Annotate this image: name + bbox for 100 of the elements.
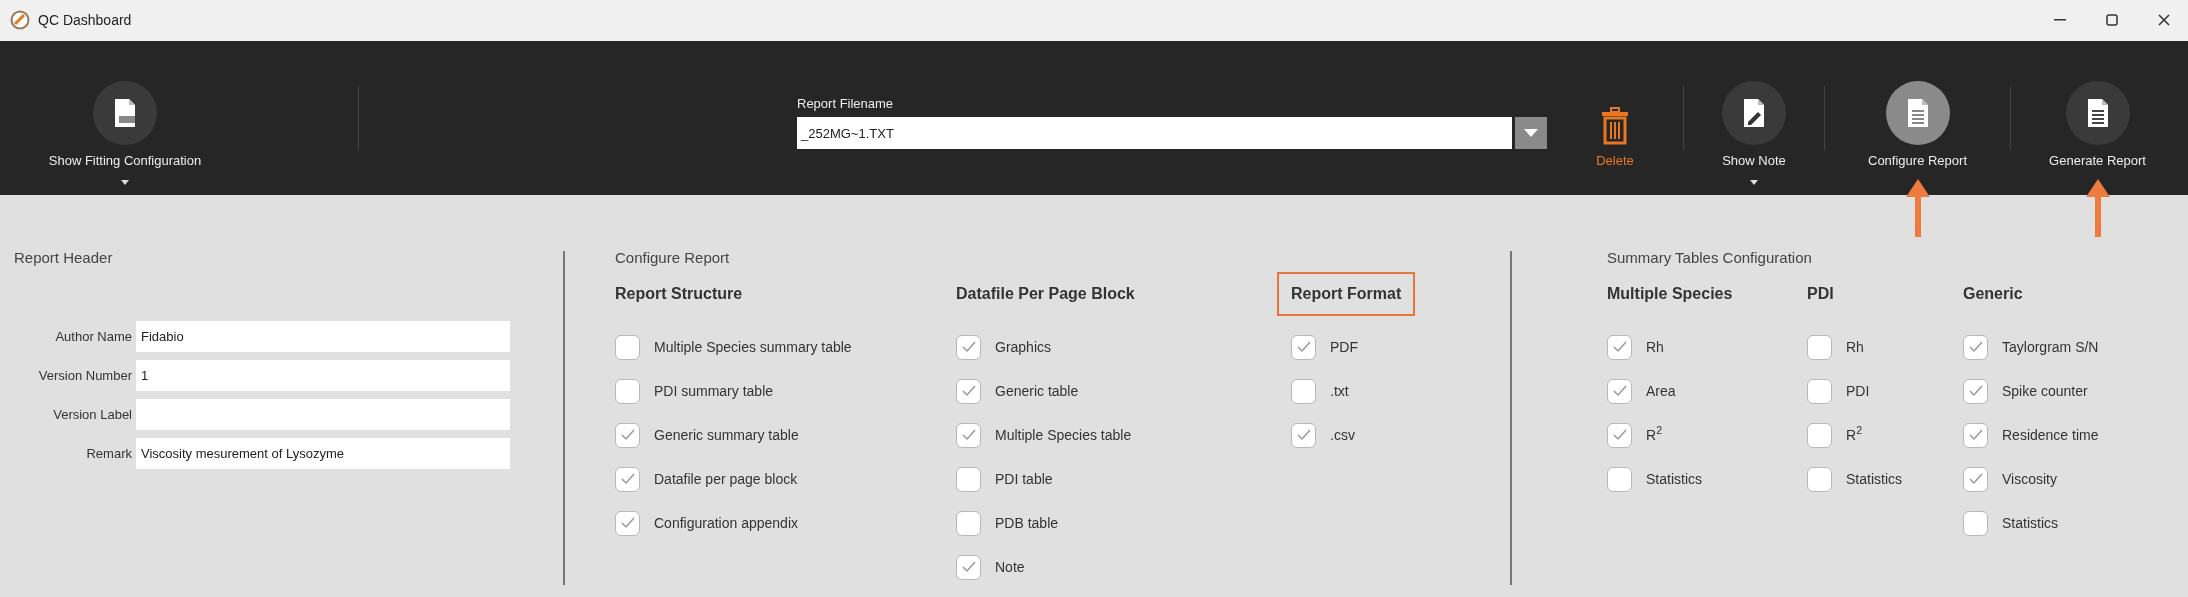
check-icon	[961, 561, 976, 573]
check-icon	[1612, 385, 1627, 397]
text-field[interactable]	[136, 399, 510, 430]
trash-icon	[1600, 106, 1630, 145]
checkbox-label: Residence time	[2002, 425, 2099, 445]
check-icon	[961, 341, 976, 353]
checkbox[interactable]	[1807, 334, 1832, 360]
checkbox[interactable]	[1291, 378, 1316, 404]
checkbox[interactable]	[956, 334, 981, 360]
checkbox-label: Rh	[1646, 337, 1664, 357]
field-label: Remark	[85, 444, 132, 463]
text-field[interactable]: Viscosity mesurement of Lysozyme	[136, 438, 510, 469]
checkbox-label: PDI	[1846, 381, 1870, 401]
check-icon	[1968, 429, 1983, 441]
checkbox-label: PDI summary table	[654, 381, 774, 401]
field-label: Author Name	[54, 327, 132, 346]
group-heading: PDI	[1807, 284, 1834, 304]
checkbox-label: .csv	[1330, 425, 1355, 445]
app-logo-icon	[10, 10, 30, 31]
checkbox[interactable]	[615, 334, 640, 360]
check-icon	[1612, 341, 1627, 353]
checkbox-label: Generic table	[995, 381, 1079, 401]
field-label: Version Number	[37, 366, 132, 385]
checkbox[interactable]	[1807, 378, 1832, 404]
checkbox-label: Rh	[1846, 337, 1864, 357]
check-icon	[620, 517, 635, 529]
checkbox[interactable]	[615, 466, 640, 492]
checkbox[interactable]	[1963, 422, 1988, 448]
checkbox-label: Viscosity	[2002, 469, 2057, 489]
checkbox[interactable]	[1807, 466, 1832, 492]
group-heading: Generic	[1963, 284, 2023, 304]
checkbox-label: Multiple Species table	[995, 425, 1132, 445]
checkbox[interactable]	[956, 378, 981, 404]
toolbar-button[interactable]: Configure Report	[1868, 78, 1967, 171]
checkbox[interactable]	[615, 510, 640, 536]
maximize-icon[interactable]	[2106, 14, 2118, 27]
document-icon	[2085, 97, 2110, 128]
checkbox-label: Taylorgram S/N	[2002, 337, 2099, 357]
checkbox[interactable]	[1963, 510, 1988, 536]
toolbar-button[interactable]: Show Fitting Configuration	[48, 78, 202, 171]
checkbox-label: Spike counter	[2002, 381, 2088, 401]
checkbox[interactable]	[1963, 334, 1988, 360]
checkbox-label: Configuration appendix	[654, 513, 798, 533]
check-icon	[1296, 341, 1311, 353]
field-label: Version Label	[52, 405, 132, 424]
checkbox[interactable]	[615, 378, 640, 404]
caret-icon	[121, 180, 129, 186]
checkbox[interactable]	[615, 422, 640, 448]
checkbox-label: PDI table	[995, 469, 1053, 489]
checkbox-label: PDB table	[995, 513, 1059, 533]
check-icon	[1968, 385, 1983, 397]
checkbox-label: R$^{2}$	[1646, 424, 1662, 445]
group-heading: Datafile Per Page Block	[956, 284, 1135, 304]
group-heading: Multiple Species	[1607, 284, 1733, 304]
checkbox[interactable]	[956, 510, 981, 536]
checkbox[interactable]	[1963, 466, 1988, 492]
text-field[interactable]: 1	[136, 360, 510, 391]
minimize-icon[interactable]	[2054, 19, 2066, 22]
checkbox-label: .txt	[1330, 381, 1349, 401]
caret-icon	[1750, 180, 1758, 186]
toolbar-button[interactable]: Delete	[1596, 78, 1634, 171]
checkbox[interactable]	[1607, 378, 1632, 404]
checkbox-label: Note	[995, 557, 1025, 577]
document-icon	[113, 97, 137, 128]
caret-icon	[1524, 129, 1538, 138]
checkbox[interactable]	[956, 554, 981, 580]
checkbox-label: Graphics	[995, 337, 1052, 357]
checkbox-label: Generic summary table	[654, 425, 799, 445]
checkbox[interactable]	[1291, 334, 1316, 360]
check-icon	[961, 429, 976, 441]
checkbox-label: Datafile per page block	[654, 469, 798, 489]
checkbox-label: Statistics	[1646, 469, 1702, 489]
checkbox-label: R$^{2}$	[1846, 424, 1862, 445]
check-icon	[620, 473, 635, 485]
checkbox[interactable]	[956, 466, 981, 492]
section-title: Summary Tables Configuration	[1607, 247, 1813, 268]
toolbar-button[interactable]: Generate Report	[2049, 78, 2146, 171]
check-icon	[961, 385, 976, 397]
checkbox[interactable]	[1607, 422, 1632, 448]
check-icon	[1968, 341, 1983, 353]
checkbox[interactable]	[1807, 422, 1832, 448]
checkbox[interactable]	[956, 422, 981, 448]
field-label: Report Filename	[797, 94, 895, 113]
document-icon	[1905, 97, 1930, 128]
checkbox-label: Multiple Species summary table	[654, 337, 852, 357]
section-title: Report Header	[14, 247, 114, 268]
check-icon	[1612, 429, 1627, 441]
section-title: Configure Report	[615, 247, 731, 268]
window-title: QC Dashboard	[38, 10, 132, 30]
check-icon	[1296, 429, 1311, 441]
checkbox-label: Area	[1646, 381, 1676, 401]
checkbox[interactable]	[1607, 466, 1632, 492]
group-heading: Report Format	[1277, 272, 1416, 316]
group-heading: Report Structure	[615, 284, 743, 304]
close-icon[interactable]	[2158, 14, 2170, 27]
checkbox[interactable]	[1291, 422, 1316, 448]
checkbox[interactable]	[1607, 334, 1632, 360]
text-field[interactable]: Fidabio	[136, 321, 510, 352]
checkbox-label: Statistics	[1846, 469, 1902, 489]
checkbox[interactable]	[1963, 378, 1988, 404]
